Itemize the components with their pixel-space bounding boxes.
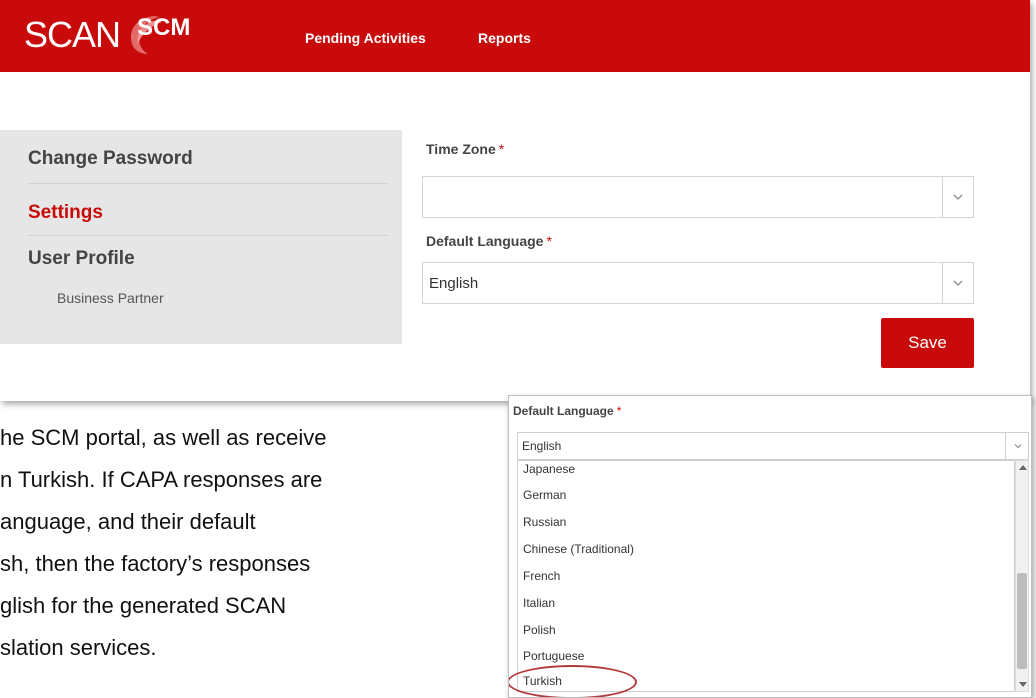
body-text-line: slation services.: [0, 635, 157, 660]
scan-scm-logo[interactable]: SCAN: [24, 10, 121, 60]
select-divider: [942, 177, 943, 217]
top-navigation-bar: SCAN SCM Pending Activities Reports: [0, 0, 1030, 72]
body-text-line: glish for the generated SCAN: [0, 593, 287, 618]
dropdown-option-german[interactable]: German: [523, 488, 566, 502]
time-zone-label: Time Zone *: [426, 141, 504, 157]
sidebar-subitem-business-partner[interactable]: Business Partner: [57, 290, 164, 306]
body-text-line: he SCM portal, as well as receive: [0, 425, 327, 450]
nav-pending-activities[interactable]: Pending Activities: [305, 30, 426, 46]
sidebar-item-change-password[interactable]: Change Password: [28, 148, 193, 170]
settings-sidebar: Change Password Settings User Profile Bu…: [0, 130, 402, 344]
required-marker: *: [616, 404, 622, 418]
default-language-select[interactable]: English: [422, 262, 974, 304]
turkish-highlight-circle: [509, 665, 637, 697]
body-text-line: anguage, and their default: [0, 509, 256, 534]
body-text-line: sh, then the factory’s responses: [0, 551, 311, 576]
dropdown-option-italian[interactable]: Italian: [523, 596, 555, 610]
scrollbar-thumb[interactable]: [1017, 573, 1027, 669]
required-marker: *: [546, 233, 552, 249]
time-zone-label-text: Time Zone: [426, 141, 496, 157]
scroll-up-arrow-icon[interactable]: [1019, 465, 1027, 470]
time-zone-select[interactable]: [422, 176, 974, 218]
body-text-line: n Turkish. If CAPA responses are: [0, 467, 323, 492]
dropdown-option-russian[interactable]: Russian: [523, 515, 566, 529]
dropdown-option-french[interactable]: French: [523, 569, 560, 583]
dropdown-option-japanese[interactable]: Japanese: [523, 462, 575, 476]
select-divider: [942, 263, 943, 303]
chevron-down-icon[interactable]: [951, 190, 965, 204]
sidebar-divider: [28, 235, 388, 236]
select-divider: [1005, 433, 1006, 459]
nav-reports[interactable]: Reports: [478, 30, 531, 46]
sidebar-divider: [28, 183, 388, 184]
dropdown-options-list: Japanese German Russian Chinese (Traditi…: [517, 460, 1015, 692]
chevron-down-icon[interactable]: [951, 276, 965, 290]
dropdown-option-portuguese[interactable]: Portuguese: [523, 649, 584, 663]
default-language-label-text: Default Language: [426, 233, 544, 249]
dropdown-scrollbar[interactable]: [1015, 460, 1029, 692]
dropdown-option-chinese-traditional[interactable]: Chinese (Traditional): [523, 542, 634, 556]
scroll-down-arrow-icon[interactable]: [1019, 682, 1027, 687]
logo-scan-text: SCAN: [24, 14, 121, 55]
sidebar-item-settings[interactable]: Settings: [28, 202, 103, 224]
settings-screenshot: SCAN SCM Pending Activities Reports Chan…: [0, 0, 1030, 401]
dropdown-label: Default Language *: [513, 404, 621, 418]
dropdown-selected-value: English: [522, 439, 562, 453]
chevron-down-icon[interactable]: [1013, 441, 1023, 451]
save-button[interactable]: Save: [881, 318, 974, 368]
default-language-value: English: [429, 275, 479, 292]
dropdown-option-polish[interactable]: Polish: [523, 623, 556, 637]
default-language-label: Default Language *: [426, 233, 552, 249]
sidebar-item-user-profile[interactable]: User Profile: [28, 248, 135, 270]
dropdown-label-text: Default Language: [513, 404, 614, 418]
logo-scm-text: SCM: [137, 14, 191, 41]
language-dropdown-screenshot: Default Language * English Japanese Germa…: [508, 395, 1032, 698]
dropdown-select[interactable]: English: [517, 432, 1029, 460]
required-marker: *: [498, 141, 505, 157]
